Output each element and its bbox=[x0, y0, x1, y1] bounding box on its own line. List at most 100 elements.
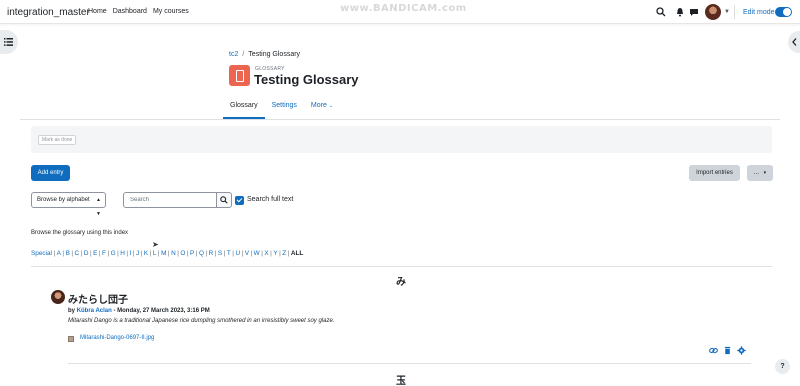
mouse-cursor-icon: ➤ bbox=[152, 240, 159, 249]
index-separator: | bbox=[261, 250, 263, 257]
search-full-text-checkbox[interactable] bbox=[235, 196, 244, 205]
index-letter-f[interactable]: F bbox=[102, 250, 106, 257]
index-separator: | bbox=[186, 250, 189, 257]
index-letter-u[interactable]: U bbox=[235, 250, 240, 257]
mark-as-done-button[interactable]: Mark as done bbox=[38, 135, 77, 145]
search-button[interactable] bbox=[216, 192, 232, 208]
tab-glossary[interactable]: Glossary bbox=[223, 96, 265, 119]
nav-home[interactable]: Home bbox=[88, 8, 107, 15]
tab-more[interactable]: More ⌄ bbox=[304, 96, 340, 119]
alphabet-index: Special | A | B | C | D | E | F | G | H | I | J | K | L | M | N | O | P |… bbox=[31, 250, 303, 257]
secondary-navigation: Glossary Settings More ⌄ bbox=[223, 96, 340, 119]
index-separator: | bbox=[223, 250, 226, 257]
index-letter-s[interactable]: S bbox=[218, 250, 222, 257]
user-avatar[interactable] bbox=[705, 4, 721, 20]
entry-author-link[interactable]: Kübra Aclan bbox=[77, 308, 112, 314]
index-separator: | bbox=[250, 250, 253, 257]
gear-icon[interactable] bbox=[737, 346, 746, 355]
index-letter-k[interactable]: K bbox=[144, 250, 148, 257]
letter-heading: 玉 bbox=[396, 376, 406, 386]
entry-actions bbox=[709, 346, 746, 355]
index-letter-a[interactable]: A bbox=[57, 250, 61, 257]
index-label: Browse the glossary using this index bbox=[31, 230, 129, 236]
link-icon[interactable] bbox=[709, 346, 718, 355]
author-avatar[interactable] bbox=[51, 290, 65, 304]
index-letter-r[interactable]: R bbox=[209, 250, 214, 257]
chevron-down-icon: ▾ bbox=[763, 170, 767, 176]
entry-meta: by Kübra Aclan - Monday, 27 March 2023, … bbox=[68, 308, 210, 314]
index-letter-z[interactable]: Z bbox=[282, 250, 286, 257]
index-letter-h[interactable]: H bbox=[120, 250, 125, 257]
course-index-drawer-toggle[interactable] bbox=[0, 30, 18, 54]
glossary-icon bbox=[229, 65, 250, 86]
image-file-icon bbox=[68, 336, 74, 342]
index-letter-b[interactable]: B bbox=[66, 250, 70, 257]
breadcrumb-current: Testing Glossary bbox=[248, 51, 301, 58]
trash-icon[interactable] bbox=[723, 346, 732, 355]
tabs-divider bbox=[20, 119, 780, 120]
index-letter-y[interactable]: Y bbox=[273, 250, 277, 257]
nav-my-courses[interactable]: My courses bbox=[153, 8, 189, 15]
help-button[interactable]: ? bbox=[775, 359, 790, 374]
index-letter-d[interactable]: D bbox=[84, 250, 89, 257]
index-letter-c[interactable]: C bbox=[75, 250, 80, 257]
index-letter-n[interactable]: N bbox=[171, 250, 176, 257]
index-letter-e[interactable]: E bbox=[93, 250, 97, 257]
index-letter-v[interactable]: V bbox=[245, 250, 249, 257]
index-separator: | bbox=[241, 250, 244, 257]
chevron-down-icon[interactable]: ▼ bbox=[724, 9, 730, 15]
index-separator: | bbox=[149, 250, 152, 257]
add-entry-button[interactable]: Add entry bbox=[31, 165, 70, 181]
index-separator: | bbox=[195, 250, 198, 257]
top-navbar: integration_master Home Dashboard My cou… bbox=[0, 0, 800, 24]
index-letter-x[interactable]: X bbox=[264, 250, 268, 257]
index-letter-g[interactable]: G bbox=[111, 250, 116, 257]
breadcrumb-course[interactable]: tc2 bbox=[229, 51, 238, 58]
more-actions-button[interactable]: ... ▾ bbox=[747, 165, 773, 181]
index-separator: | bbox=[167, 250, 170, 257]
index-separator: | bbox=[71, 250, 74, 257]
index-letter-special[interactable]: Special bbox=[31, 250, 52, 257]
nav-dashboard[interactable]: Dashboard bbox=[113, 8, 147, 15]
entry-description: Mitarashi Dango is a traditional Japanes… bbox=[68, 318, 335, 324]
index-separator: | bbox=[214, 250, 217, 257]
primary-navigation: Home Dashboard My courses bbox=[88, 8, 189, 15]
index-separator: | bbox=[177, 250, 179, 257]
tab-settings[interactable]: Settings bbox=[265, 96, 304, 119]
navbar-divider bbox=[734, 5, 735, 19]
index-divider bbox=[31, 266, 772, 267]
search-icon bbox=[220, 196, 228, 204]
edit-mode-toggle[interactable] bbox=[775, 7, 792, 17]
index-separator: | bbox=[157, 250, 160, 257]
attachment-link[interactable]: Mitarashi-Dango-0697-II.jpg bbox=[80, 335, 154, 341]
bell-icon[interactable] bbox=[675, 7, 685, 17]
index-separator: | bbox=[117, 250, 119, 257]
index-letter-all[interactable]: ALL bbox=[291, 250, 303, 257]
index-separator: | bbox=[132, 250, 135, 257]
index-letter-m[interactable]: M bbox=[161, 250, 166, 257]
index-letter-o[interactable]: O bbox=[180, 250, 185, 257]
index-letter-w[interactable]: W bbox=[254, 250, 260, 257]
index-letter-p[interactable]: P bbox=[190, 250, 194, 257]
index-letter-j[interactable]: J bbox=[136, 250, 139, 257]
block-drawer-toggle[interactable] bbox=[788, 31, 800, 53]
entry-divider bbox=[68, 363, 751, 364]
index-letter-l[interactable]: L bbox=[153, 250, 157, 257]
entry-date: - Monday, 27 March 2023, 3:16 PM bbox=[111, 308, 210, 314]
browse-mode-select[interactable]: Browse by alphabet ▲ ▼ bbox=[31, 192, 106, 217]
index-letter-i[interactable]: I bbox=[130, 250, 132, 257]
site-name[interactable]: integration_master bbox=[7, 7, 90, 18]
breadcrumb-separator: / bbox=[242, 51, 245, 58]
index-letter-q[interactable]: Q bbox=[199, 250, 204, 257]
search-input[interactable] bbox=[123, 192, 217, 208]
search-icon[interactable] bbox=[656, 7, 666, 17]
index-separator: | bbox=[287, 250, 290, 257]
index-separator: | bbox=[126, 250, 129, 257]
messages-icon[interactable] bbox=[689, 7, 699, 17]
chevron-down-icon: ▲ ▼ bbox=[96, 197, 101, 217]
index-letter-t[interactable]: T bbox=[227, 250, 231, 257]
page-title: Testing Glossary bbox=[254, 72, 359, 87]
index-separator: | bbox=[53, 250, 56, 257]
import-entries-button[interactable]: Import entries bbox=[689, 165, 740, 181]
chevron-left-icon bbox=[792, 38, 797, 46]
